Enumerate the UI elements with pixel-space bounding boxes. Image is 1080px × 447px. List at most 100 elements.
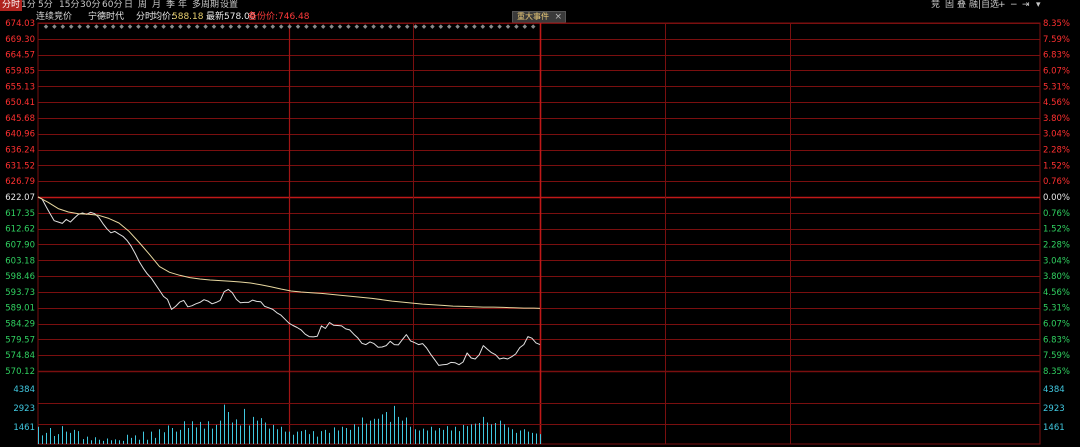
event-marker [463, 24, 469, 29]
event-marker [169, 24, 175, 29]
toolbar-right-item-4[interactable]: + [998, 0, 1006, 11]
event-marker [287, 24, 292, 29]
event-marker [320, 24, 326, 29]
event-marker [203, 24, 208, 29]
event-marker [413, 24, 418, 29]
event-tab[interactable]: 重大事件 × [512, 11, 566, 23]
price-tick-label: 574.84 [5, 351, 35, 361]
percent-tick-label: 3.04% [1043, 256, 1070, 266]
event-marker [346, 24, 351, 29]
event-marker [312, 24, 318, 29]
price-tick-label: 664.57 [5, 51, 35, 61]
event-marker [430, 24, 435, 29]
event-marker [488, 24, 494, 29]
percent-tick-label: 4.56% [1043, 288, 1070, 298]
tab-12[interactable]: 设置 [220, 0, 238, 11]
percent-tick-label: 5.31% [1043, 82, 1070, 92]
chart-kind: 分时 [136, 12, 155, 22]
event-marker [446, 24, 452, 29]
event-marker [85, 24, 91, 29]
tab-7[interactable]: 周 [138, 0, 147, 11]
tab-4[interactable]: 30分 [80, 0, 100, 11]
percent-tick-label: 6.07% [1043, 66, 1070, 76]
tab-3[interactable]: 15分 [59, 0, 79, 11]
volume-tick-label: 2923 [1043, 404, 1065, 414]
event-markers [43, 24, 536, 29]
avg-value: 588.18 [172, 12, 204, 22]
stock-name: 宁德时代 [88, 12, 125, 22]
tab-9[interactable]: 季 [166, 0, 175, 11]
event-marker [178, 24, 183, 29]
adjusted-value: 746.48 [278, 12, 310, 22]
average-price-line [37, 196, 541, 309]
percent-tick-label: 0.00% [1043, 193, 1070, 203]
toolbar-right-item-7[interactable]: ▾ [1036, 0, 1041, 11]
adjusted-label: 备份价: [248, 12, 279, 22]
close-icon[interactable]: × [554, 12, 562, 22]
price-tick-label: 669.30 [5, 35, 35, 45]
event-marker [236, 24, 242, 29]
percent-tick-label: 3.04% [1043, 130, 1070, 140]
plot-border [37, 22, 1041, 445]
event-marker [379, 24, 385, 29]
tab-8[interactable]: 月 [152, 0, 161, 11]
price-tick-label: 617.35 [5, 209, 35, 219]
event-marker [228, 24, 234, 29]
toolbar-right-item-6[interactable]: ⇥ [1022, 0, 1030, 11]
chart-grid [37, 22, 1041, 445]
event-marker [102, 24, 108, 29]
event-marker [388, 24, 393, 29]
intraday-chart: 674.03669.30664.57659.85655.13650.41645.… [5, 19, 1070, 445]
percent-axis-right: 8.35% 7.59% 6.83% 6.07% 5.31% 4.56% 3.80% 3.04%… [1043, 19, 1070, 377]
percent-tick-label: 1.52% [1043, 161, 1070, 171]
percent-tick-label: 6.83% [1043, 335, 1070, 345]
event-marker [136, 24, 141, 29]
toolbar-right-item-3[interactable]: 融|自选 [969, 0, 999, 11]
toolbar-right-item-0[interactable]: 竞 [931, 0, 940, 11]
percent-tick-label: 4.56% [1043, 98, 1070, 108]
price-tick-label: 570.12 [5, 367, 35, 377]
tab-5[interactable]: 60分 [102, 0, 122, 11]
event-marker [68, 24, 74, 29]
event-marker [371, 24, 376, 29]
tab-2[interactable]: 5分 [38, 0, 53, 11]
price-tick-label: 626.79 [5, 177, 35, 187]
percent-tick-label: 6.83% [1043, 51, 1070, 61]
tab-1[interactable]: 1分 [21, 0, 36, 11]
price-line [37, 196, 541, 366]
price-tick-label: 655.13 [5, 82, 35, 92]
event-marker [144, 24, 150, 29]
price-tick-label: 589.01 [5, 304, 35, 314]
tab-10[interactable]: 年 [178, 0, 187, 11]
event-marker [253, 24, 259, 29]
percent-tick-label: 1.52% [1043, 225, 1070, 235]
event-marker [329, 24, 334, 29]
percent-tick-label: 3.80% [1043, 272, 1070, 282]
tab-0[interactable]: 分时 [0, 0, 23, 11]
event-marker [152, 24, 158, 29]
percent-tick-label: 0.76% [1043, 209, 1070, 219]
tab-11[interactable]: 多周期 [192, 0, 219, 11]
event-marker [354, 24, 360, 29]
toolbar-right-item-2[interactable]: 叠 [957, 0, 966, 11]
toolbar-right-item-1[interactable]: 固 [945, 0, 954, 11]
tab-6[interactable]: 日 [124, 0, 133, 11]
event-marker [211, 24, 217, 29]
event-marker [110, 24, 116, 29]
volume-axis-right: 4384 2923 1461 [1043, 385, 1065, 433]
toolbar-right-item-5[interactable]: − [1010, 0, 1018, 11]
price-tick-label: 622.07 [5, 193, 35, 203]
event-marker [530, 24, 536, 29]
percent-tick-label: 0.76% [1043, 177, 1070, 187]
event-marker [404, 24, 410, 29]
event-marker [505, 24, 511, 29]
trading-mode: 连续竞价 [36, 12, 73, 22]
event-marker [94, 24, 99, 29]
price-tick-label: 636.24 [5, 146, 35, 156]
volume-bars [38, 404, 541, 444]
volume-tick-label: 1461 [13, 423, 35, 433]
price-tick-label: 603.18 [5, 256, 35, 266]
event-marker [270, 24, 276, 29]
percent-tick-label: 7.59% [1043, 35, 1070, 45]
event-marker [194, 24, 200, 29]
